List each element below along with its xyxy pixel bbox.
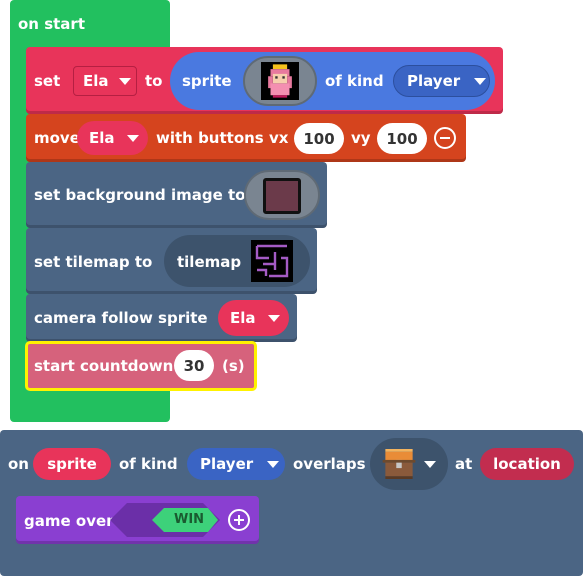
tile-image-dropdown[interactable]: [370, 438, 448, 490]
chevron-down-icon: [474, 77, 487, 85]
variable-dropdown-ela[interactable]: Ela: [77, 121, 148, 155]
sprite-variable-reporter[interactable]: sprite: [33, 448, 111, 480]
game-over-label: game over: [24, 512, 114, 530]
on-label: on: [8, 455, 29, 473]
treasure-chest-icon: [382, 449, 416, 479]
set-tilemap-label: set tilemap to: [34, 253, 153, 271]
chevron-down-icon: [267, 314, 280, 322]
kind-name: Player: [200, 454, 254, 473]
to-label: to: [145, 72, 163, 90]
vx-label: vx: [269, 129, 289, 147]
countdown-seconds-input[interactable]: 30: [174, 350, 214, 381]
vy-input[interactable]: 100: [377, 123, 427, 154]
background-image-picker[interactable]: [244, 170, 320, 220]
chevron-down-icon: [126, 134, 139, 142]
win-boolean-slot[interactable]: WIN: [110, 503, 220, 537]
vx-input[interactable]: 100: [294, 123, 344, 154]
location-variable-name: location: [493, 454, 561, 473]
chevron-down-icon: [424, 460, 436, 468]
variable-name: Ela: [89, 128, 115, 147]
seconds-unit-label: (s): [222, 357, 245, 375]
sprite-label: sprite: [182, 72, 232, 90]
of-kind-label: of kind: [325, 72, 384, 90]
sprite-variable-name: sprite: [47, 454, 97, 473]
move-label: move: [34, 129, 80, 147]
background-thumbnail-icon: [263, 178, 301, 214]
chevron-down-icon: [118, 77, 131, 85]
sprite-image-picker[interactable]: [243, 56, 317, 106]
princess-sprite-icon: [261, 62, 299, 100]
camera-follow-label: camera follow sprite: [34, 309, 208, 327]
remove-parameter-icon[interactable]: [434, 127, 456, 149]
variable-dropdown-ela[interactable]: Ela: [73, 66, 137, 96]
variable-name: Ela: [83, 71, 109, 90]
tilemap-label: tilemap: [177, 253, 242, 271]
tilemap-thumbnail-icon: [251, 240, 293, 282]
at-label: at: [455, 455, 473, 473]
location-variable-reporter[interactable]: location: [480, 448, 574, 480]
of-kind-label: of kind: [119, 455, 178, 473]
add-parameter-icon[interactable]: [228, 509, 250, 531]
variable-name: Ela: [230, 308, 256, 327]
overlaps-label: overlaps: [293, 455, 366, 473]
vy-label: vy: [351, 129, 371, 147]
chevron-down-icon: [267, 460, 280, 468]
on-start-label: on start: [18, 15, 85, 33]
with-buttons-label: with buttons: [156, 129, 264, 147]
set-label: set: [34, 72, 61, 90]
kind-dropdown-player[interactable]: Player: [393, 65, 490, 97]
kind-dropdown-player[interactable]: Player: [187, 448, 285, 480]
kind-name: Player: [407, 71, 461, 90]
start-countdown-label: start countdown: [34, 357, 174, 375]
variable-dropdown-ela[interactable]: Ela: [218, 300, 289, 336]
set-background-label: set background image to: [34, 186, 246, 204]
tilemap-picker[interactable]: [251, 240, 293, 282]
win-toggle-label: WIN: [174, 512, 205, 527]
